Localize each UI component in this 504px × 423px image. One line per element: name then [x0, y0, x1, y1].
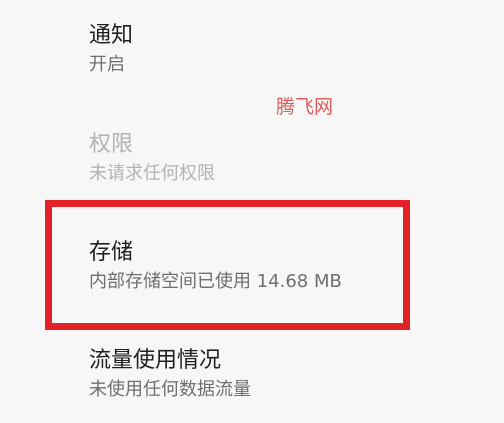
settings-item-title: 通知: [89, 23, 134, 48]
settings-item-notification[interactable]: 通知 开启: [89, 22, 489, 77]
watermark-text: 腾飞网: [276, 96, 334, 118]
settings-item-summary: 未请求任何权限: [89, 163, 215, 184]
settings-item-summary: 开启: [89, 54, 125, 75]
settings-item-title: 权限: [89, 132, 134, 157]
settings-item-storage[interactable]: 存储 内部存储空间已使用 14.68 MB: [89, 239, 489, 294]
settings-item-title: 流量使用情况: [89, 348, 222, 373]
settings-item-permissions[interactable]: 权限 未请求任何权限: [89, 131, 489, 186]
settings-item-summary: 内部存储空间已使用 14.68 MB: [89, 271, 342, 292]
app-settings-screen: 通知 开启 腾飞网 权限 未请求任何权限 存储 内部存储空间已使用 14.68 …: [0, 0, 504, 423]
settings-item-data-usage[interactable]: 流量使用情况 未使用任何数据流量: [89, 347, 489, 402]
settings-item-summary: 未使用任何数据流量: [89, 379, 251, 400]
settings-item-title: 存储: [89, 240, 134, 265]
